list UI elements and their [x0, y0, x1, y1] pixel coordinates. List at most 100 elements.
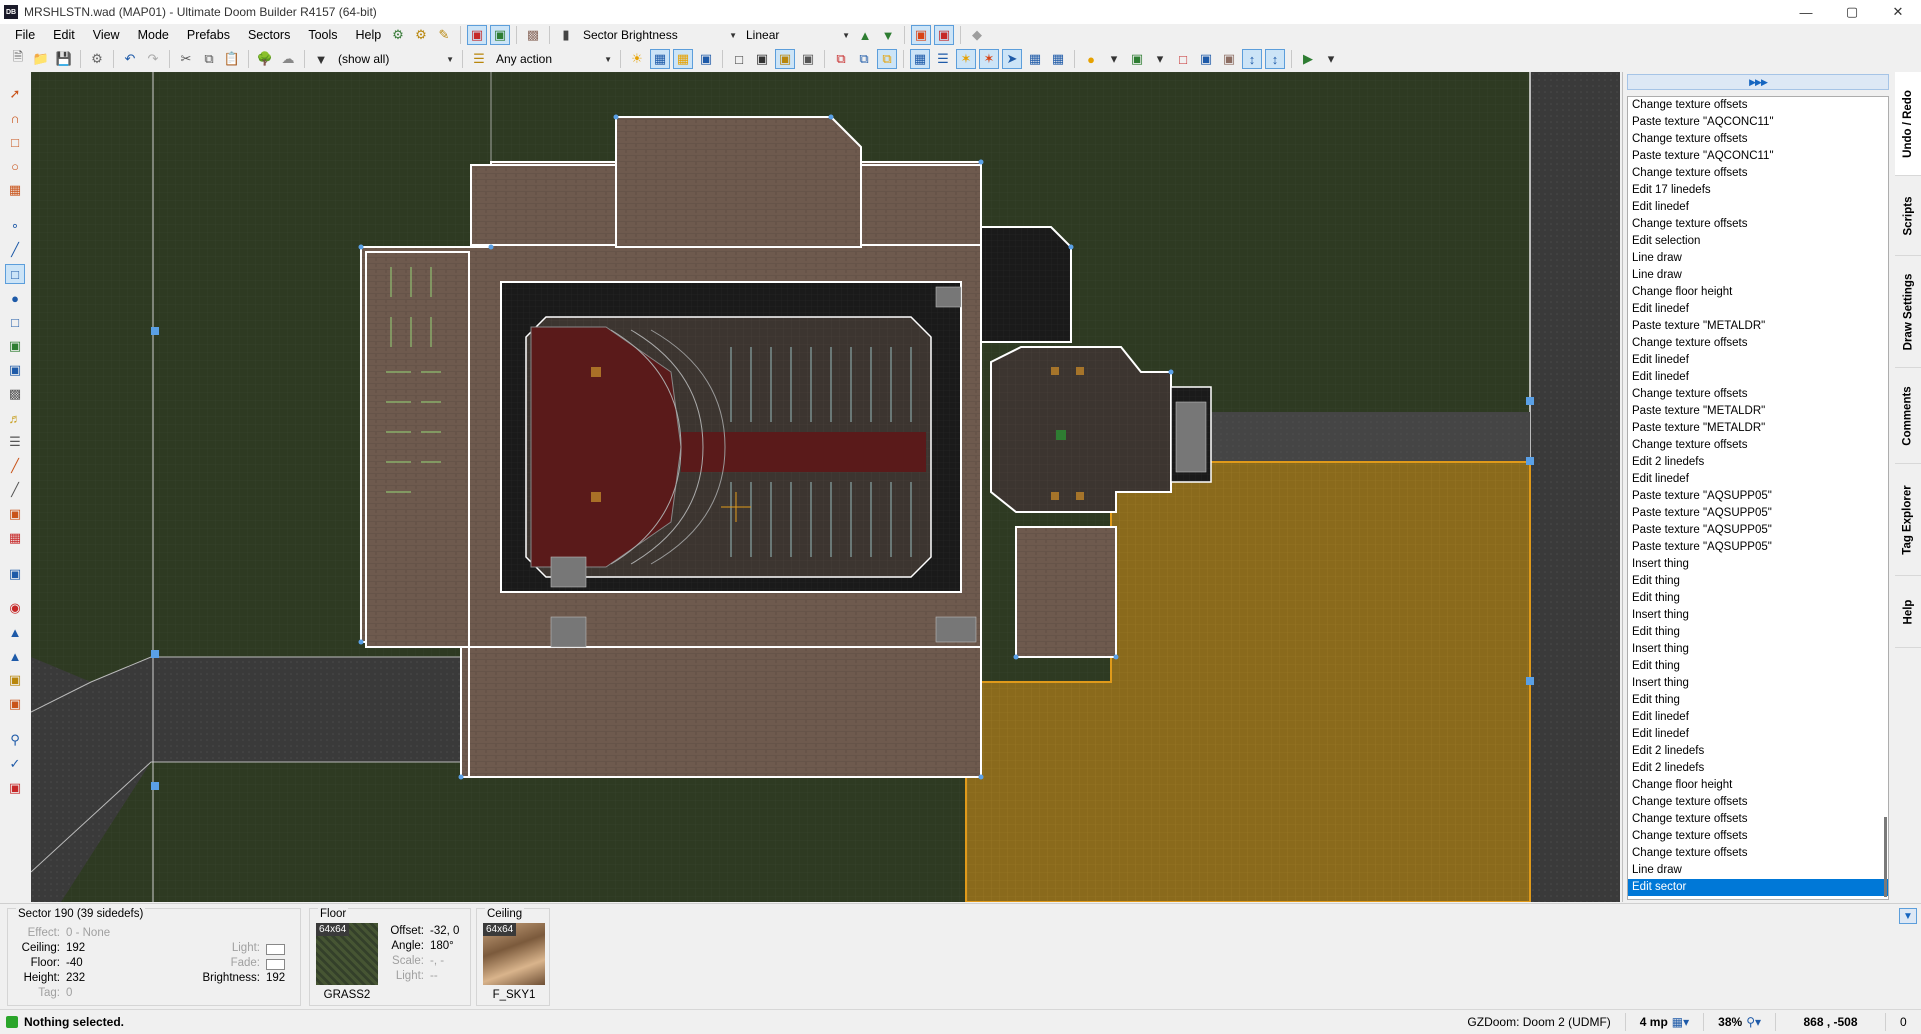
draw-ellipse-icon[interactable]: ○ [5, 156, 25, 176]
undo-list[interactable]: Change texture offsets Paste texture "AQ… [1627, 96, 1889, 900]
undo-item[interactable]: Insert thing [1628, 607, 1888, 624]
gradient-icon[interactable]: ▲ [855, 25, 875, 45]
collapse-info-icon[interactable]: ▼ [1899, 908, 1917, 924]
align-icon[interactable]: ▦ [1048, 49, 1068, 69]
undo-item[interactable]: Paste texture "AQCONC11" [1628, 114, 1888, 131]
insert-prefab-icon[interactable]: 🌳 [255, 49, 275, 69]
undo-item[interactable]: Change texture offsets [1628, 845, 1888, 862]
snap-icon[interactable]: ⧉ [877, 49, 897, 69]
menu-prefabs[interactable]: Prefabs [178, 24, 239, 46]
images-icon[interactable]: ▩ [5, 384, 25, 404]
visual-mode-icon[interactable]: ▣ [5, 360, 25, 380]
view-normal-icon[interactable]: □ [729, 49, 749, 69]
script-editor-icon[interactable]: ✎ [434, 25, 454, 45]
slope-2-icon[interactable]: ╱ [5, 480, 25, 500]
expand-docker-icon[interactable]: ▶▶▶ [1627, 74, 1889, 90]
undo-item[interactable]: Change texture offsets [1628, 131, 1888, 148]
view-toggle-2-icon[interactable]: ▣ [490, 25, 510, 45]
dropdown-icon[interactable]: ▾ [1104, 49, 1124, 69]
view-toggle-icon[interactable]: ▣ [467, 25, 487, 45]
undo-item[interactable]: Line draw [1628, 862, 1888, 879]
paste-icon[interactable]: 📋 [222, 49, 242, 69]
undo-item[interactable]: Edit selection [1628, 233, 1888, 250]
curve-icon[interactable]: ✶ [979, 49, 999, 69]
thing-filter-select[interactable]: (show all) ▼ [334, 49, 456, 69]
undo-item[interactable]: Paste texture "METALDR" [1628, 318, 1888, 335]
eventlines-icon[interactable]: ↕ [1242, 49, 1262, 69]
save-map-icon[interactable]: 💾 [54, 49, 74, 69]
height-icon[interactable]: ↕ [1265, 49, 1285, 69]
undo-item[interactable]: Line draw [1628, 267, 1888, 284]
undo-item[interactable]: Change floor height [1628, 777, 1888, 794]
tab-tag-explorer[interactable]: Tag Explorer [1895, 464, 1921, 576]
map-viewport[interactable] [31, 72, 1620, 902]
undo-item[interactable]: Edit linedef [1628, 709, 1888, 726]
sound-environment-icon[interactable]: ▣ [5, 504, 25, 524]
undo-item[interactable]: Edit linedef [1628, 471, 1888, 488]
undo-item[interactable]: Insert thing [1628, 641, 1888, 658]
undo-item[interactable]: Insert thing [1628, 675, 1888, 692]
sector-highlight-2-icon[interactable]: ▣ [934, 25, 954, 45]
undo-icon[interactable]: ↶ [120, 49, 140, 69]
undo-item[interactable]: Change texture offsets [1628, 97, 1888, 114]
menu-edit[interactable]: Edit [44, 24, 84, 46]
fullbright-icon[interactable]: ▣ [696, 49, 716, 69]
undo-item[interactable]: Change texture offsets [1628, 386, 1888, 403]
find-icon[interactable]: ⚲ [5, 730, 25, 750]
map-analysis-icon[interactable]: ✓ [5, 754, 25, 774]
color-picker-icon[interactable]: ◉ [5, 598, 25, 618]
grid-size[interactable]: 4 mp ▦▾ [1624, 1013, 1703, 1031]
scrollbar-thumb[interactable] [1884, 817, 1887, 897]
terrain-icon[interactable]: ▲ [5, 622, 25, 642]
undo-item[interactable]: Paste texture "AQSUPP05" [1628, 505, 1888, 522]
view-ceilings-icon[interactable]: ▣ [798, 49, 818, 69]
redo-icon[interactable]: ↷ [143, 49, 163, 69]
texture-icon[interactable]: ▣ [5, 670, 25, 690]
draw-rectangle-icon[interactable]: □ [5, 132, 25, 152]
grid-snap-icon[interactable]: ▦ [910, 49, 930, 69]
brightness-icon[interactable]: ☀ [627, 49, 647, 69]
gradient-2-icon[interactable]: ▼ [878, 25, 898, 45]
undo-item[interactable]: Insert thing [1628, 556, 1888, 573]
copy-icon[interactable]: ⧉ [199, 49, 219, 69]
flip-icon[interactable]: ➤ [1002, 49, 1022, 69]
edit-selection-icon[interactable]: ▣ [5, 336, 25, 356]
dynamic-grid-icon[interactable]: ▦ [673, 49, 693, 69]
test-map-skill-icon[interactable]: ⚙ [411, 25, 431, 45]
undo-item[interactable]: Line draw [1628, 250, 1888, 267]
layers-icon[interactable]: ☰ [5, 432, 25, 452]
undo-item[interactable]: Change texture offsets [1628, 165, 1888, 182]
undo-item[interactable]: Change texture offsets [1628, 335, 1888, 352]
undo-item[interactable]: Edit 2 linedefs [1628, 760, 1888, 777]
sound-propagation-icon[interactable]: ♬ [5, 408, 25, 428]
sectors-mode-icon[interactable]: □ [5, 264, 25, 284]
tab-comments[interactable]: Comments [1895, 368, 1921, 464]
sector-highlight-icon[interactable]: ▣ [911, 25, 931, 45]
insert-prefab-2-icon[interactable]: ☁ [278, 49, 298, 69]
undo-item-selected[interactable]: Edit sector [1628, 879, 1888, 896]
map-overview-icon[interactable]: ▣ [5, 778, 25, 798]
menu-tools[interactable]: Tools [299, 24, 346, 46]
close-icon[interactable]: ✕ [1875, 0, 1921, 24]
undo-item[interactable]: Change floor height [1628, 284, 1888, 301]
menu-help[interactable]: Help [347, 24, 391, 46]
maximize-icon[interactable]: ▢ [1829, 0, 1875, 24]
zoom-level[interactable]: 38% ⚲▾ [1703, 1013, 1775, 1031]
undo-item[interactable]: Edit linedef [1628, 726, 1888, 743]
draw-line-icon[interactable]: ➚ [5, 84, 25, 104]
merge-icon[interactable]: ⧉ [831, 49, 851, 69]
stats-icon[interactable]: □ [1173, 49, 1193, 69]
rotate-icon[interactable]: ▦ [1025, 49, 1045, 69]
sound-icon[interactable]: ▣ [1219, 49, 1239, 69]
undo-item[interactable]: Change texture offsets [1628, 794, 1888, 811]
undo-item[interactable]: Change texture offsets [1628, 828, 1888, 845]
tab-scripts[interactable]: Scripts [1895, 176, 1921, 256]
grid-icon[interactable]: ▦ [650, 49, 670, 69]
dropdown-icon[interactable]: ▾ [1321, 49, 1341, 69]
undo-item[interactable]: Edit thing [1628, 573, 1888, 590]
dropdown-icon[interactable]: ▾ [1150, 49, 1170, 69]
menu-view[interactable]: View [84, 24, 129, 46]
undo-item[interactable]: Change texture offsets [1628, 437, 1888, 454]
new-map-icon[interactable]: 🗎 [8, 49, 28, 69]
undo-item[interactable]: Paste texture "AQSUPP05" [1628, 488, 1888, 505]
